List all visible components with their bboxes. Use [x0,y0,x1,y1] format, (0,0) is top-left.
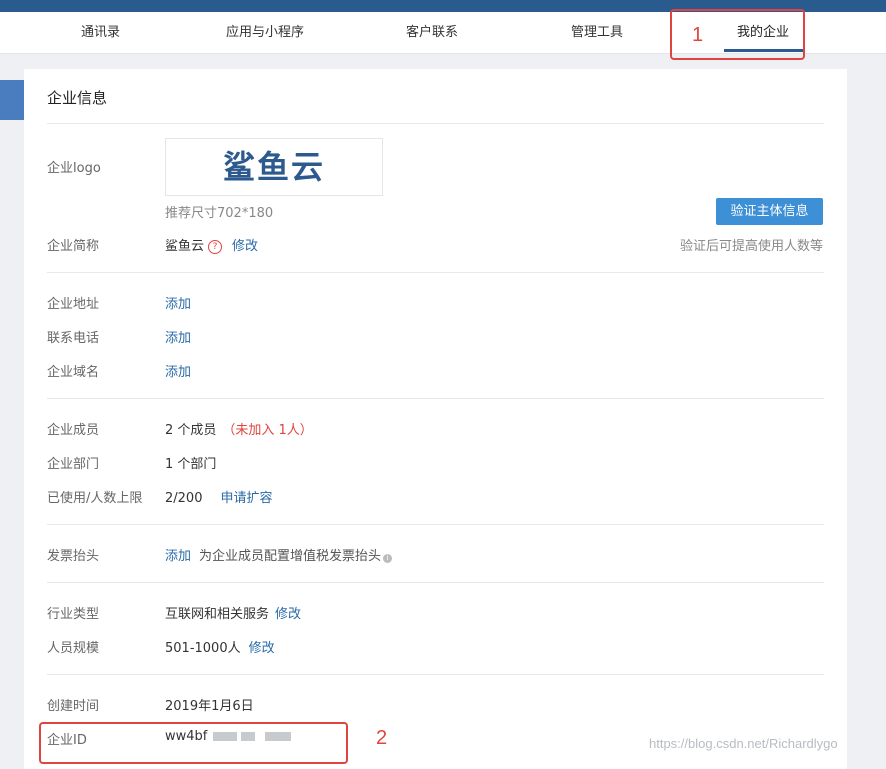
logo-label: 企业logo [47,161,101,176]
domain-label: 企业域名 [47,365,100,380]
divider [47,524,824,525]
short-name-row: 鲨鱼云? 修改 [165,235,258,254]
created-value: 2019年1月6日 [165,699,254,714]
short-name-value: 鲨鱼云 [165,239,205,254]
departments-value: 1 个部门 [165,457,217,472]
marker-number-1: 1 [692,24,704,46]
watermark: https://blog.csdn.net/Richardlygo [649,736,838,751]
size-value: 501-1000人 [165,641,241,656]
logo-size-hint: 推荐尺寸702*180 [165,206,274,221]
info-icon[interactable]: i [383,554,393,563]
industry-label: 行业类型 [47,607,100,622]
edit-industry-link[interactable]: 修改 [275,607,301,622]
size-row: 501-1000人 修改 [165,637,275,656]
highlight-box-2 [39,722,348,764]
expand-quota-link[interactable]: 申请扩容 [220,491,272,506]
tab-apps[interactable]: 应用与小程序 [226,12,304,53]
created-label: 创建时间 [47,699,100,714]
divider [47,272,824,273]
panel-title: 企业信息 [47,89,108,107]
invoice-label: 发票抬头 [47,549,100,564]
tab-customer-contact[interactable]: 客户联系 [406,12,458,53]
divider [47,582,824,583]
divider [47,674,824,675]
members-row: 2 个成员 （未加入 1人） [165,419,313,438]
members-not-joined[interactable]: （未加入 1人） [222,423,312,438]
add-invoice-link[interactable]: 添加 [165,549,191,564]
tab-management-tools[interactable]: 管理工具 [571,12,623,53]
logo-text: 鲨鱼云 [222,148,325,186]
enterprise-logo[interactable]: 鲨鱼云 [165,138,383,196]
phone-label: 联系电话 [47,331,100,346]
quota-value: 2/200 [165,491,203,506]
invoice-desc: 为企业成员配置增值税发票抬头 [199,549,382,564]
edit-short-name-link[interactable]: 修改 [232,239,258,254]
members-label: 企业成员 [47,423,100,438]
divider [47,123,824,124]
help-icon[interactable]: ? [208,240,223,254]
quota-label: 已使用/人数上限 [47,491,143,506]
enterprise-info-panel: 企业信息 企业logo 鲨鱼云 推荐尺寸702*180 验证主体信息 企业简称 … [24,69,847,769]
highlight-box-1 [670,9,805,60]
add-domain-link[interactable]: 添加 [165,361,191,380]
add-address-link[interactable]: 添加 [165,293,191,312]
divider [47,398,824,399]
short-name-label: 企业简称 [47,239,100,254]
tab-contacts[interactable]: 通讯录 [81,12,120,53]
members-value: 2 个成员 [165,423,217,438]
quota-row: 2/200 申请扩容 [165,487,272,506]
address-label: 企业地址 [47,297,100,312]
edit-size-link[interactable]: 修改 [249,641,275,656]
departments-label: 企业部门 [47,457,100,472]
size-label: 人员规模 [47,641,100,656]
industry-value: 互联网和相关服务 [165,607,270,622]
verify-entity-button[interactable]: 验证主体信息 [716,198,823,225]
verify-note: 验证后可提高使用人数等 [679,239,823,254]
industry-row: 互联网和相关服务 修改 [165,603,301,622]
marker-number-2: 2 [376,727,388,749]
invoice-row: 添加 为企业成员配置增值税发票抬头 i [165,545,393,564]
left-sidebar-accent [0,80,24,120]
add-phone-link[interactable]: 添加 [165,327,191,346]
